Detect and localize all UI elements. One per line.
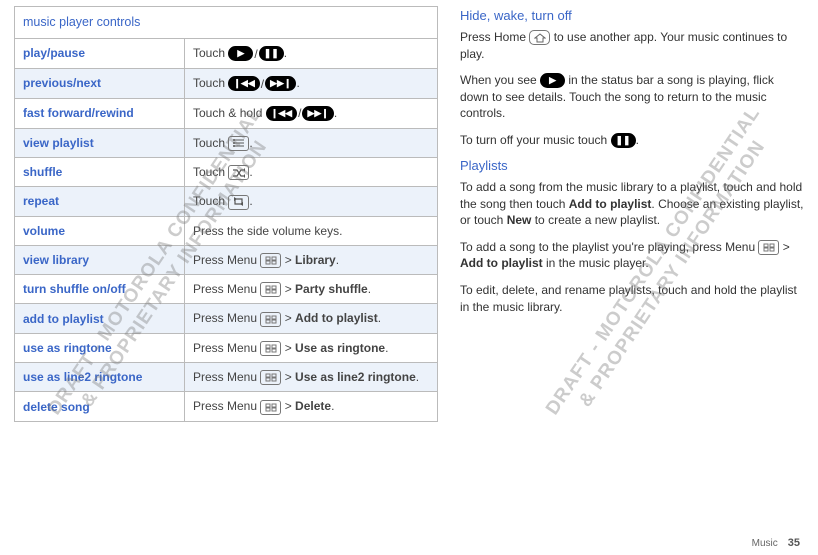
table-row: previous/next Touch ❙◀◀/▶▶❙. — [15, 68, 438, 98]
paragraph: To add a song from the music library to … — [460, 179, 804, 229]
table-row: view playlist Touch . — [15, 128, 438, 157]
pause-icon: ❚❚ — [611, 133, 636, 148]
menu-icon — [260, 312, 281, 327]
menu-icon — [260, 400, 281, 415]
paragraph: To edit, delete, and rename playlists, t… — [460, 282, 804, 315]
shuffle-icon — [228, 165, 249, 180]
table-row: turn shuffle on/off Press Menu > Party s… — [15, 275, 438, 304]
paragraph: Press Home to use another app. Your musi… — [460, 29, 804, 62]
table-row: delete song Press Menu > Delete. — [15, 392, 438, 421]
page-footer: Music35 — [752, 537, 800, 549]
rewind-icon: ❙◀◀ — [266, 106, 297, 121]
section-heading-hide: Hide, wake, turn off — [460, 8, 804, 23]
repeat-icon — [228, 195, 249, 210]
table-row: use as ringtone Press Menu > Use as ring… — [15, 333, 438, 362]
playlist-icon — [228, 136, 249, 151]
table-row: volume Press the side volume keys. — [15, 216, 438, 245]
menu-icon — [260, 282, 281, 297]
menu-icon — [758, 240, 779, 255]
play-icon: ▶ — [228, 46, 253, 61]
table-row: shuffle Touch . — [15, 157, 438, 186]
previous-icon: ❙◀◀ — [228, 76, 259, 91]
table-row: use as line2 ringtone Press Menu > Use a… — [15, 363, 438, 392]
table-row: fast forward/rewind Touch & hold ❙◀◀/▶▶❙… — [15, 98, 438, 128]
controls-table: music player controls play/pause Touch ▶… — [14, 6, 438, 422]
menu-icon — [260, 253, 281, 268]
fastforward-icon: ▶▶❙ — [302, 106, 333, 121]
next-icon: ▶▶❙ — [265, 76, 296, 91]
menu-icon — [260, 341, 281, 356]
table-row: add to playlist Press Menu > Add to play… — [15, 304, 438, 333]
section-heading-playlists: Playlists — [460, 158, 804, 173]
paragraph: To turn off your music touch ❚❚. — [460, 132, 804, 149]
home-icon — [529, 30, 550, 45]
menu-icon — [260, 370, 281, 385]
playing-icon: ▶ — [540, 73, 565, 88]
pause-icon: ❚❚ — [259, 46, 284, 61]
table-row: view library Press Menu > Library. — [15, 245, 438, 274]
table-row: repeat Touch . — [15, 187, 438, 216]
paragraph: To add a song to the playlist you're pla… — [460, 239, 804, 272]
table-header: music player controls — [15, 7, 438, 39]
table-row: play/pause Touch ▶/❚❚. — [15, 38, 438, 68]
paragraph: When you see ▶ in the status bar a song … — [460, 72, 804, 122]
